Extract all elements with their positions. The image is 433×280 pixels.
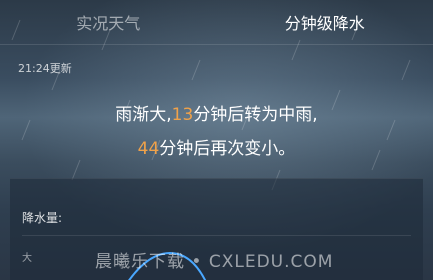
chart-gridline <box>22 235 411 236</box>
precipitation-title: 降水量: <box>22 211 63 225</box>
watermark: 晨曦乐下载 • CXLEDU.COM <box>95 252 334 272</box>
forecast-minutes-1: 13 <box>171 105 194 125</box>
update-time: 21:24更新 <box>18 62 72 75</box>
forecast-line2-suffix: 分钟后再次变小。 <box>159 139 296 159</box>
forecast-line1-suffix: 分钟后转为中雨, <box>193 105 318 125</box>
weather-screen: 实况天气 分钟级降水 21:24更新 雨渐大,13分钟后转为中雨, 44分钟后再… <box>0 0 433 280</box>
forecast-line1-prefix: 雨渐大, <box>115 105 172 125</box>
forecast-line-2: 44分钟后再次变小。 <box>0 132 433 166</box>
forecast-line-1: 雨渐大,13分钟后转为中雨, <box>0 98 433 132</box>
tab-divider <box>0 44 433 45</box>
level-label-heavy: 大 <box>22 253 32 264</box>
tab-bar: 实况天气 分钟级降水 <box>0 0 433 44</box>
tab-live-weather[interactable]: 实况天气 <box>0 0 217 44</box>
tab-minute-precipitation[interactable]: 分钟级降水 <box>217 0 433 44</box>
precipitation-forecast: 雨渐大,13分钟后转为中雨, 44分钟后再次变小。 <box>0 98 433 166</box>
forecast-minutes-2: 44 <box>137 139 160 159</box>
